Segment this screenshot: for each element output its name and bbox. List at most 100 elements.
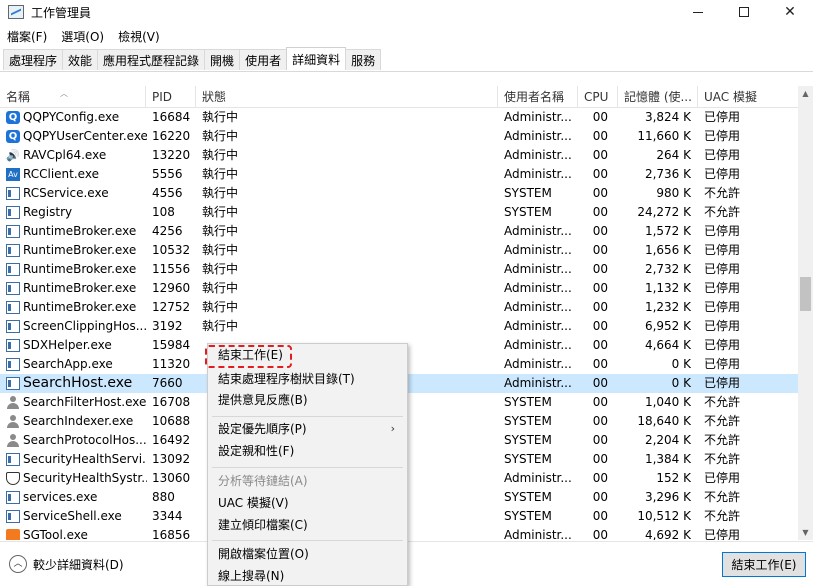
process-username: Administr...: [504, 338, 572, 352]
ctx-end-process-tree[interactable]: 結束處理程序樹狀目錄(T): [208, 368, 407, 390]
ctx-open-file-location[interactable]: 開啟檔案位置(O): [208, 543, 407, 565]
process-username: Administr...: [504, 281, 572, 295]
ctx-create-dump-file[interactable]: 建立傾印檔案(C): [208, 514, 407, 536]
process-username: Administr...: [504, 243, 572, 257]
process-memory: 4,664 K: [644, 338, 691, 352]
orange-process-icon: [6, 529, 20, 540]
process-username: SYSTEM: [504, 490, 552, 504]
tab-services[interactable]: 服務: [345, 49, 382, 70]
column-header-pid[interactable]: PID: [146, 86, 196, 108]
table-row[interactable]: Registry 108 執行中 SYSTEM 00 24,272 K 不允許: [0, 203, 798, 222]
process-cpu: 00: [592, 205, 608, 219]
table-row[interactable]: RuntimeBroker.exe 12752 執行中 Administr... 00 1…: [0, 298, 798, 317]
process-icon-cell: [6, 301, 20, 314]
minimize-button[interactable]: [675, 0, 721, 24]
process-name: SDXHelper.exe: [23, 338, 112, 352]
tab-details[interactable]: 詳細資料: [286, 47, 347, 70]
window-controls: ✕: [675, 0, 813, 24]
menu-file[interactable]: 檔案(F): [0, 28, 54, 45]
process-uac: 已停用: [704, 243, 741, 257]
process-memory: 1,040 K: [644, 395, 691, 409]
menu-view[interactable]: 檢視(V): [111, 28, 167, 45]
table-row[interactable]: RuntimeBroker.exe 4256 執行中 Administr... 00 1,…: [0, 222, 798, 241]
process-status: 執行中: [202, 186, 239, 200]
process-username: SYSTEM: [504, 186, 552, 200]
process-pid: 16684: [152, 110, 191, 124]
process-cpu: 00: [592, 414, 608, 428]
process-status: 執行中: [202, 281, 239, 295]
process-uac: 不允許: [704, 509, 741, 523]
process-status: 執行中: [202, 243, 239, 257]
table-row[interactable]: Av RCClient.exe 5556 執行中 Administr... 00 2,736…: [0, 165, 798, 184]
process-memory: 6,952 K: [644, 319, 691, 333]
tab-startup[interactable]: 開機: [204, 49, 241, 70]
column-header-status[interactable]: 狀態: [196, 86, 498, 108]
table-row[interactable]: Q QQPYUserCenter.exe 16220 執行中 Administr... 0…: [0, 127, 798, 146]
process-name: ServiceShell.exe: [23, 509, 122, 523]
process-pid: 3192: [152, 319, 183, 333]
window-process-icon: [6, 206, 20, 219]
column-header-cpu[interactable]: CPU: [578, 86, 618, 108]
process-icon-cell: [6, 225, 20, 238]
process-uac: 已停用: [704, 376, 741, 390]
chevron-up-icon[interactable]: ︿: [9, 555, 27, 573]
process-memory: 1,572 K: [644, 224, 691, 238]
process-status: 執行中: [202, 110, 239, 124]
process-icon-cell: [6, 206, 20, 219]
process-name: SecurityHealthServi...: [23, 452, 147, 466]
ctx-end-task[interactable]: 結束工作(E): [208, 344, 407, 366]
process-name: QQPYUserCenter.exe: [23, 129, 147, 143]
table-row[interactable]: RuntimeBroker.exe 11556 執行中 Administr... 00 2…: [0, 260, 798, 279]
table-row[interactable]: RuntimeBroker.exe 10532 執行中 Administr... 00 1…: [0, 241, 798, 260]
vertical-scrollbar[interactable]: ▲ ▼: [798, 86, 813, 540]
process-memory: 0 K: [671, 376, 691, 390]
q-process-icon: Q: [6, 111, 20, 124]
ctx-set-priority[interactable]: 設定優先順序(P) ›: [208, 418, 407, 440]
menu-options[interactable]: 選項(O): [54, 28, 111, 45]
tab-app-history[interactable]: 應用程式歷程記錄: [97, 49, 206, 70]
process-uac: 已停用: [704, 110, 741, 124]
process-uac: 不允許: [704, 452, 741, 466]
table-row[interactable]: 🔊 RAVCpl64.exe 13220 執行中 Administr... 00 264 K…: [0, 146, 798, 165]
column-header-name-label: 名稱: [6, 90, 31, 104]
scroll-up-arrow-icon[interactable]: ▲: [798, 86, 813, 101]
process-username: Administr...: [504, 224, 572, 238]
table-row[interactable]: ScreenClippingHos... 3192 執行中 Administr... 0…: [0, 317, 798, 336]
process-username: Administr...: [504, 471, 572, 485]
process-memory: 264 K: [656, 148, 691, 162]
tab-processes[interactable]: 處理程序: [3, 49, 64, 70]
process-icon-cell: [6, 282, 20, 295]
end-task-button[interactable]: 結束工作(E): [722, 552, 806, 577]
process-username: SYSTEM: [504, 414, 552, 428]
ctx-search-online[interactable]: 線上搜尋(N): [208, 565, 407, 586]
column-header-uac[interactable]: UAC 模擬: [698, 86, 798, 108]
scroll-thumb[interactable]: [800, 277, 811, 311]
column-header-name[interactable]: ︿ 名稱: [0, 86, 146, 108]
process-username: SYSTEM: [504, 452, 552, 466]
table-row[interactable]: Q QQPYConfig.exe 16684 執行中 Administr... 00 3,8…: [0, 108, 798, 127]
process-cpu: 00: [592, 243, 608, 257]
window-process-icon: [6, 301, 20, 314]
column-header-memory[interactable]: 記憶體 (使...: [618, 86, 698, 108]
table-row[interactable]: RuntimeBroker.exe 12960 執行中 Administr... 00 1…: [0, 279, 798, 298]
process-cpu: 00: [592, 490, 608, 504]
process-pid: 5556: [152, 167, 183, 181]
column-header-username[interactable]: 使用者名稱: [498, 86, 578, 108]
process-uac: 已停用: [704, 528, 741, 540]
ctx-uac-virtualization[interactable]: UAC 模擬(V): [208, 492, 407, 514]
process-uac: 已停用: [704, 338, 741, 352]
window-process-icon: [6, 358, 20, 371]
process-cpu: 00: [592, 509, 608, 523]
tab-performance[interactable]: 效能: [62, 49, 99, 70]
scroll-down-arrow-icon[interactable]: ▼: [798, 525, 813, 540]
ctx-separator: [212, 540, 403, 541]
process-status: 執行中: [202, 224, 239, 238]
process-memory: 1,232 K: [644, 300, 691, 314]
close-button[interactable]: ✕: [767, 0, 813, 24]
table-row[interactable]: RCService.exe 4556 執行中 SYSTEM 00 980 K 不允許: [0, 184, 798, 203]
ctx-provide-feedback[interactable]: 提供意見反應(B): [208, 389, 407, 411]
ctx-set-affinity[interactable]: 設定親和性(F): [208, 440, 407, 462]
fewer-details-link[interactable]: 較少詳細資料(D): [33, 556, 124, 573]
maximize-button[interactable]: [721, 0, 767, 24]
tab-users[interactable]: 使用者: [239, 49, 288, 70]
